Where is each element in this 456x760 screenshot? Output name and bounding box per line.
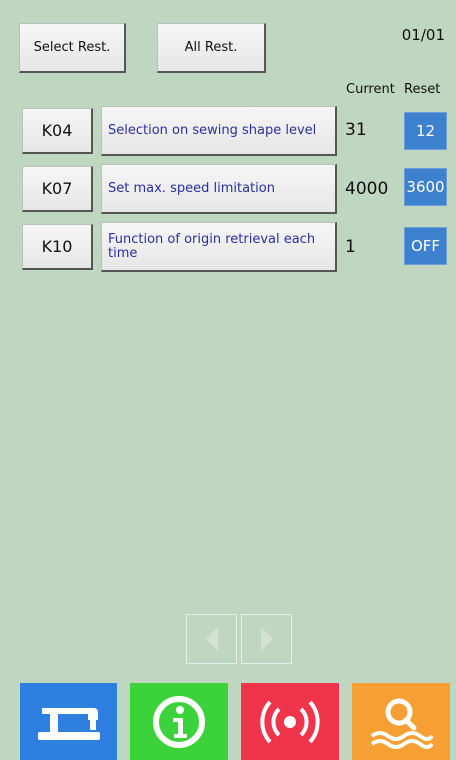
chevron-left-icon xyxy=(205,627,218,651)
sewing-machine-icon xyxy=(37,707,100,740)
param-code-button[interactable]: K07 xyxy=(22,166,93,212)
search-icon xyxy=(370,698,434,749)
param-description-button[interactable]: Set max. speed limitation xyxy=(101,164,337,214)
select-rest-button[interactable]: Select Rest. xyxy=(19,23,126,73)
param-description-button[interactable]: Selection on sewing shape level xyxy=(101,106,337,156)
info-icon xyxy=(153,695,205,748)
column-header-current: Current xyxy=(346,82,395,97)
current-value: 1 xyxy=(345,237,356,257)
all-rest-button[interactable]: All Rest. xyxy=(157,23,266,73)
sewing-mode-button[interactable] xyxy=(20,683,117,760)
signal-button[interactable] xyxy=(241,683,339,760)
column-header-reset: Reset xyxy=(404,82,441,97)
reset-value[interactable]: OFF xyxy=(404,227,447,265)
page-next-button[interactable] xyxy=(241,614,292,664)
page-indicator: 01/01 xyxy=(401,26,445,44)
param-code-button[interactable]: K10 xyxy=(22,224,93,270)
chevron-right-icon xyxy=(260,627,273,651)
current-value: 4000 xyxy=(345,179,389,199)
param-description-button[interactable]: Function of origin retrieval each time xyxy=(101,222,337,272)
current-value: 31 xyxy=(345,120,367,140)
reset-value[interactable]: 12 xyxy=(404,112,447,150)
signal-icon xyxy=(260,700,320,743)
page-prev-button[interactable] xyxy=(186,614,237,664)
reset-value[interactable]: 3600 xyxy=(404,168,447,206)
search-button[interactable] xyxy=(352,683,450,760)
info-button[interactable] xyxy=(130,683,228,760)
param-code-button[interactable]: K04 xyxy=(22,108,93,154)
